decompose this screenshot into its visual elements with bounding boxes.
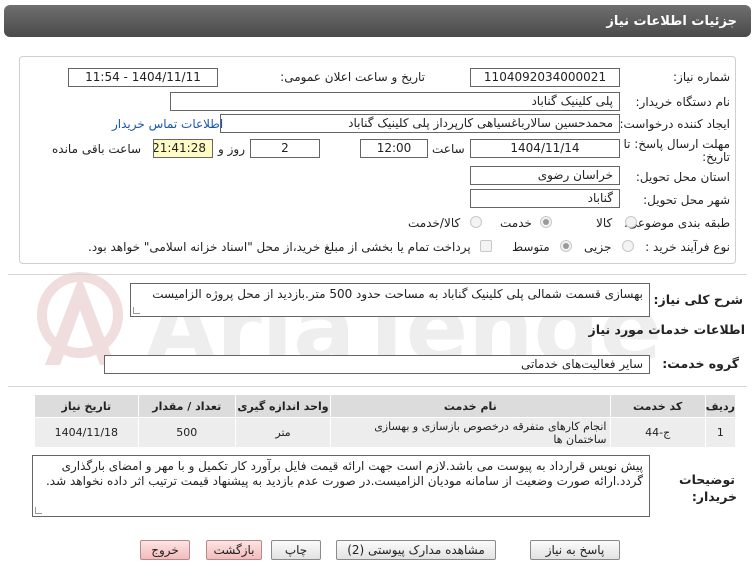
deadline-time-field[interactable]: 12:00 [360,139,428,158]
category-radio-goods-service[interactable] [470,216,482,228]
page-title: جزئیات اطلاعات نیاز [606,14,737,29]
page-header: جزئیات اطلاعات نیاز [4,5,751,37]
remaining-time-field: 21:41:28 [153,139,213,158]
deadline-label-2: تاریخ: [702,150,730,164]
buyer-notes-label-2: خریدار: [691,489,737,504]
buyer-contact-link[interactable]: اطلاعات تماس خریدار [112,117,223,131]
category-option-goods-service: کالا/خدمت [408,216,461,230]
cell-need-date: 1404/11/18 [34,417,139,448]
category-option-goods: کالا [596,216,613,230]
creator-field[interactable]: محمدحسین سالارباغسیاهی کارپرداز پلی کلین… [220,114,620,133]
province-field[interactable]: خراسان رضوی [470,166,620,185]
creator-label: ایجاد کننده درخواست: [619,117,730,131]
divider-2 [8,386,747,387]
buyer-org-label: نام دستگاه خریدار: [635,95,731,109]
buyer-notes-text: پیش نویس قرارداد به پیوست می باشد.لازم ا… [45,459,643,488]
deadline-label: مهلت ارسال پاسخ: تا [623,137,730,151]
description-text: بهسازی قسمت شمالی پلی کلینیک گناباد به م… [152,287,643,301]
description-label: شرح کلی نیاز: [653,292,743,307]
treasury-payment-checkbox[interactable] [480,240,492,252]
services-table: ردیف کد خدمت نام خدمت واحد اندازه گیری ت… [34,394,737,448]
process-radio-medium[interactable] [560,240,572,252]
back-button[interactable]: بازگشت [206,540,262,560]
deadline-time-label: ساعت [432,142,465,156]
process-option-minor: جزیی [584,240,612,254]
province-label: استان محل تحویل: [635,170,730,184]
cell-service-code: ج-44 [609,417,706,448]
service-group-field[interactable]: سایر فعالیت‌های خدماتی [104,355,650,374]
col-header-service-name: نام خدمت [330,394,611,418]
category-label: طبقه بندی موضوعی: [623,216,730,230]
table-header-row: ردیف کد خدمت نام خدمت واحد اندازه گیری ت… [34,394,737,418]
view-attachments-button[interactable]: مشاهده مدارک پیوستی (2) [336,540,496,560]
city-label: شهر محل تحویل: [643,193,730,207]
days-remaining-field[interactable]: 2 [250,139,320,158]
deadline-date-field[interactable]: 1404/11/14 [470,139,620,158]
print-button[interactable]: چاپ [271,540,321,560]
category-option-service: خدمت [500,216,532,230]
announce-date-field[interactable]: 1404/11/11 - 11:54 [68,68,218,87]
process-label: نوع فرآیند خرید : [645,240,730,254]
cell-unit: متر [234,417,332,448]
resize-grip-icon[interactable] [133,307,140,314]
remaining-time-label: ساعت باقی مانده [52,142,142,156]
process-option-medium: متوسط [512,240,550,254]
treasury-payment-note: پرداخت تمام یا بخشی از مبلغ خرید،از محل … [88,240,471,254]
col-header-need-date: تاریخ نیاز [34,394,139,418]
exit-button[interactable]: خروج [140,540,190,560]
category-radio-service[interactable] [540,216,552,228]
buyer-notes-label: توضیحات [679,472,735,487]
col-header-quantity: تعداد / مقدار [137,394,236,418]
city-field[interactable]: گناباد [470,189,620,208]
divider [8,274,747,275]
table-row[interactable]: 1 ج-44 انجام کارهای متفرقه درخصوص بازساز… [34,417,737,448]
col-header-row-number: ردیف [704,394,737,418]
services-section-title: اطلاعات خدمات مورد نیاز [588,322,746,337]
need-number-field[interactable]: 1104092034000021 [470,68,620,87]
cell-service-name: انجام کارهای متفرقه درخصوص بازسازی و بهس… [330,417,611,448]
buyer-org-field[interactable]: پلی کلینیک گناباد [170,92,620,111]
buyer-notes-textarea[interactable]: پیش نویس قرارداد به پیوست می باشد.لازم ا… [32,455,650,517]
col-header-unit: واحد اندازه گیری [234,394,332,418]
resize-grip-icon[interactable] [35,507,42,514]
service-group-label: گروه خدمت: [662,356,739,371]
reply-button[interactable]: پاسخ به نیاز [530,540,620,560]
need-number-label: شماره نیاز: [673,70,730,84]
description-textarea[interactable]: بهسازی قسمت شمالی پلی کلینیک گناباد به م… [130,283,650,317]
col-header-service-code: کد خدمت [609,394,706,418]
cell-quantity: 500 [137,417,236,448]
cell-row-number: 1 [704,417,737,448]
process-radio-minor[interactable] [622,240,634,252]
days-label: روز و [218,142,245,156]
category-radio-goods[interactable] [625,216,637,228]
details-panel [19,56,736,264]
announce-date-label: تاریخ و ساعت اعلان عمومی: [280,70,425,84]
